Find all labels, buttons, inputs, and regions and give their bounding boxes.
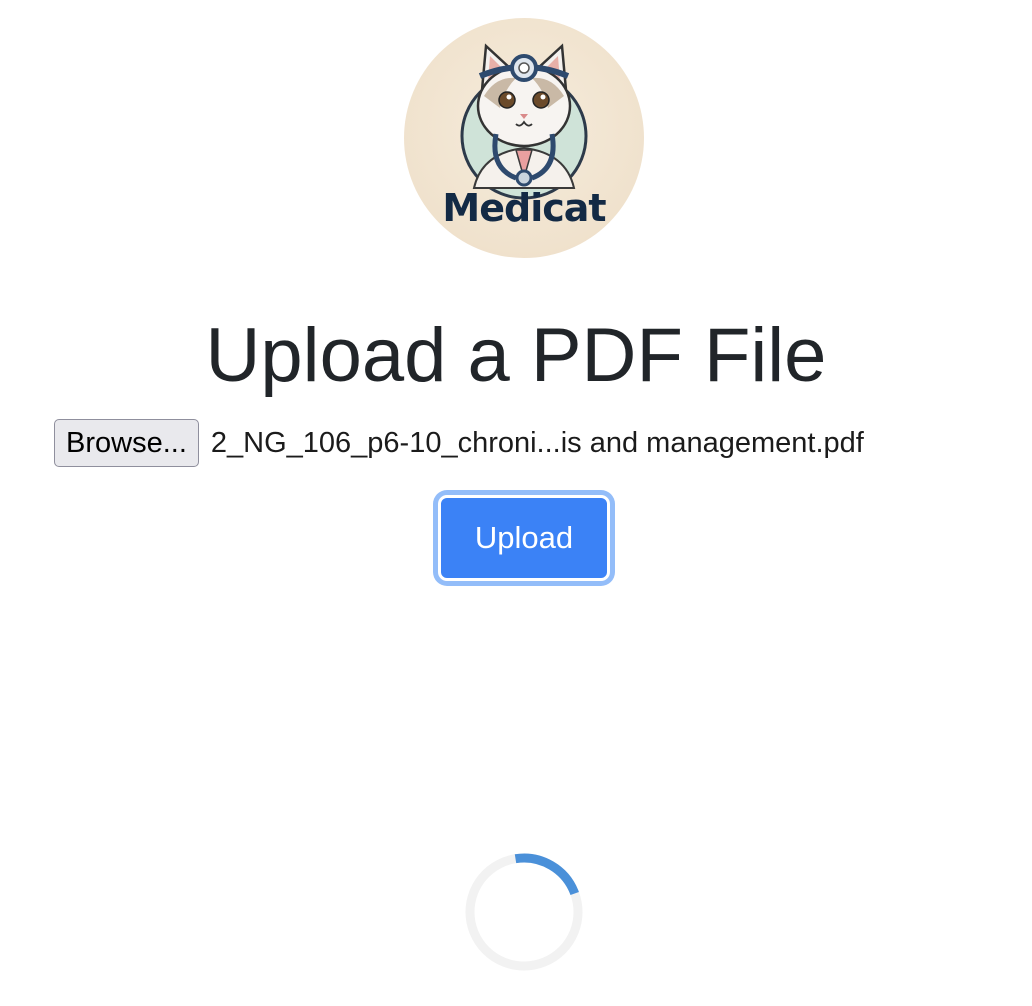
page-title: Upload a PDF File (205, 313, 827, 398)
upload-button[interactable]: Upload (438, 495, 610, 581)
logo-text: Medicat (442, 186, 606, 230)
loading-spinner-icon (465, 853, 583, 971)
browse-button[interactable]: Browse... (54, 419, 199, 467)
spinner-arc (514, 853, 579, 896)
file-input[interactable]: Browse... 2_NG_106_p6-10_chroni...is and… (54, 418, 864, 468)
medicat-logo: Medicat (404, 18, 644, 258)
selected-file-name: 2_NG_106_p6-10_chroni...is and managemen… (210, 426, 864, 459)
upload-page: Medicat Upload a PDF File Browse... 2_NG… (0, 0, 1032, 1006)
